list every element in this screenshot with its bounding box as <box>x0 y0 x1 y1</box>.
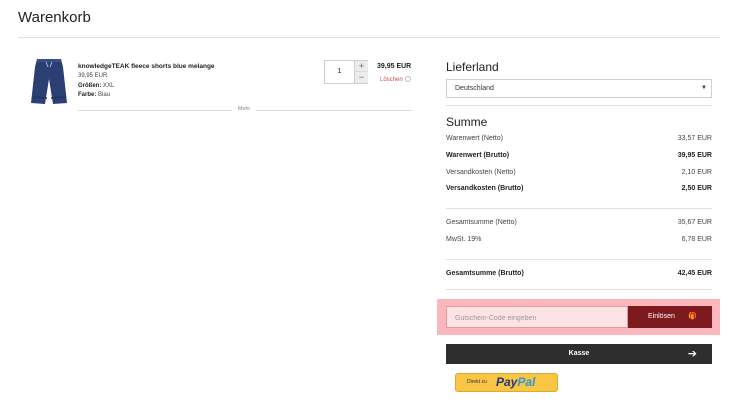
quantity-increase-button[interactable]: + <box>354 61 368 72</box>
summary-value: 2,10 EUR <box>681 169 712 176</box>
more-divider-right <box>256 110 412 111</box>
coupon-input[interactable] <box>447 308 627 329</box>
product-color: Farbe: Blau <box>78 92 110 98</box>
summary-row: Versandkosten (Netto) 2,10 EUR <box>446 169 712 179</box>
caret-down-icon[interactable]: ▼ <box>701 80 707 97</box>
summary-divider <box>446 259 712 260</box>
summary-label: MwSt. 19% <box>446 236 482 243</box>
paypal-checkout-button[interactable]: Direkt zu PayPal <box>455 373 558 392</box>
summary-label: Warenwert (Netto) <box>446 135 503 142</box>
summary-row: Warenwert (Brutto) 39,95 EUR <box>446 152 712 162</box>
product-image[interactable] <box>29 57 69 107</box>
color-value: Blau <box>98 92 111 98</box>
size-value: XXL <box>103 83 115 89</box>
circle-x-icon[interactable] <box>404 76 411 82</box>
paypal-logo-part1: Pay <box>496 375 518 389</box>
country-select-value[interactable]: Deutschland <box>455 80 494 97</box>
more-link[interactable]: Mehr <box>232 106 256 112</box>
summary-divider <box>446 208 712 209</box>
summary-row: Versandkosten (Brutto) 2,50 EUR <box>446 185 712 195</box>
quantity-input[interactable]: 1 <box>325 61 354 83</box>
summary-total-row: Gesamtsumme (Brutto) 42,45 EUR <box>446 270 712 280</box>
summary-row: MwSt. 19% 6,78 EUR <box>446 236 712 246</box>
summary-value: 35,67 EUR <box>677 219 712 226</box>
paypal-logo[interactable]: PayPal <box>496 375 535 389</box>
summary-divider-top <box>446 105 712 106</box>
paypal-prefix[interactable]: Direkt zu <box>467 379 487 385</box>
summary-row: Warenwert (Netto) 33,57 EUR <box>446 135 712 145</box>
product-unit-price: 39,95 EUR <box>78 73 108 79</box>
summary-value: 33,57 EUR <box>677 135 712 142</box>
product-size: Größen: XXL <box>78 83 114 89</box>
summary-label: Warenwert (Brutto) <box>446 152 510 159</box>
coupon-field[interactable] <box>446 306 628 329</box>
summary-value: 39,95 EUR <box>677 152 712 159</box>
quantity-decrease-button[interactable]: − <box>354 72 368 83</box>
gift-icon[interactable]: 🎁 <box>688 306 697 328</box>
summary-value: 42,45 EUR <box>677 270 712 277</box>
summary-heading: Summe <box>446 115 488 129</box>
delete-label[interactable]: Löschen <box>380 77 403 83</box>
checkout-label[interactable]: Kasse <box>569 350 590 357</box>
more-divider-left <box>78 110 232 111</box>
checkout-button[interactable]: Kasse ➔ <box>446 344 712 364</box>
item-line-total: 39,95 EUR <box>377 63 412 70</box>
redeem-coupon-button[interactable]: Einlösen 🎁 <box>628 306 712 328</box>
product-name[interactable]: knowledgeTEAK fleece shorts blue melange <box>78 63 215 70</box>
paypal-logo-part2: Pal <box>517 375 536 389</box>
summary-label: Gesamtsumme (Netto) <box>446 219 517 226</box>
delivery-country-heading: Lieferland <box>446 60 499 74</box>
summary-label: Gesamtsumme (Brutto) <box>446 270 524 277</box>
summary-label: Versandkosten (Brutto) <box>446 185 524 192</box>
color-label: Farbe: <box>78 92 97 98</box>
summary-value: 6,78 EUR <box>681 236 712 243</box>
title-divider <box>18 37 720 38</box>
size-label: Größen: <box>78 83 102 89</box>
summary-row: Gesamtsumme (Netto) 35,67 EUR <box>446 219 712 229</box>
redeem-label[interactable]: Einlösen <box>648 313 675 320</box>
delete-item-link[interactable]: Löschen <box>380 76 411 83</box>
summary-label: Versandkosten (Netto) <box>446 169 516 176</box>
summary-value: 2,50 EUR <box>681 185 712 192</box>
arrow-right-icon[interactable]: ➔ <box>688 344 697 364</box>
country-select[interactable]: Deutschland ▼ <box>446 79 712 98</box>
page-title: Warenkorb <box>18 9 91 26</box>
summary-divider-bottom <box>446 289 712 290</box>
quantity-stepper[interactable]: 1 + − <box>324 60 368 84</box>
